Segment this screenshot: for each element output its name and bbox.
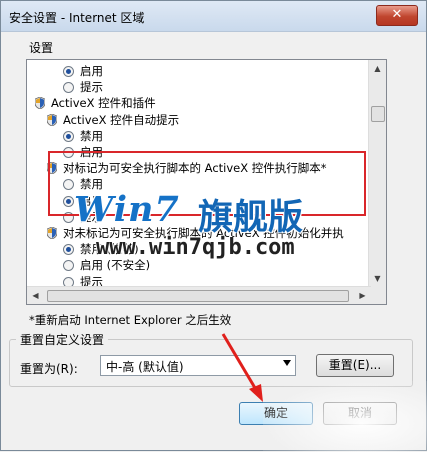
- reset-level-select[interactable]: 中-高 (默认值): [100, 355, 296, 376]
- settings-row-label: 提示: [80, 209, 103, 224]
- vertical-scrollbar[interactable]: ▲ ▼: [368, 60, 386, 287]
- restart-note: *重新启动 Internet Explorer 之后生效: [29, 313, 232, 327]
- reset-level-value: 中-高 (默认值): [106, 360, 184, 374]
- scroll-down-icon[interactable]: ▼: [369, 270, 386, 287]
- vertical-scroll-thumb[interactable]: [371, 106, 385, 122]
- settings-row-label: 启用: [80, 193, 103, 208]
- window-title: 安全设置 - Internet 区域: [9, 11, 145, 25]
- reset-group-title: 重置自定义设置: [16, 331, 109, 348]
- radio-icon[interactable]: [63, 82, 74, 94]
- settings-row[interactable]: ActiveX 控件自动提示: [47, 112, 179, 128]
- settings-row-label: 禁用 (推荐): [80, 242, 139, 257]
- settings-row[interactable]: 启用: [63, 63, 103, 79]
- radio-icon[interactable]: [63, 195, 74, 207]
- chevron-down-icon: [283, 360, 291, 366]
- settings-row-label: 禁用: [80, 128, 103, 143]
- settings-row[interactable]: 禁用: [63, 176, 103, 192]
- settings-row[interactable]: 禁用 (推荐): [63, 241, 139, 257]
- ok-button[interactable]: 确定: [239, 402, 313, 425]
- horizontal-scroll-thumb[interactable]: [47, 290, 349, 302]
- radio-icon[interactable]: [63, 66, 74, 77]
- shield-icon: [35, 97, 45, 110]
- settings-row[interactable]: ActiveX 控件和插件: [35, 95, 156, 111]
- radio-icon[interactable]: [63, 130, 74, 142]
- scroll-left-icon[interactable]: ◀: [27, 287, 44, 304]
- horizontal-scrollbar[interactable]: ◀ ▶: [27, 286, 371, 304]
- settings-row-label: 启用 (不安全): [80, 258, 151, 273]
- settings-row-label: 启用: [80, 145, 103, 159]
- reset-group: 重置自定义设置 重置为(R): 中-高 (默认值) 重置(E)...: [9, 331, 413, 387]
- settings-row-label: 对未标记为可安全执行脚本的 ActiveX 控件初始化并执: [63, 226, 344, 240]
- settings-row-label: 提示: [80, 80, 103, 95]
- settings-row[interactable]: 禁用: [63, 128, 103, 144]
- settings-row-label: 禁用: [80, 177, 103, 192]
- reset-button[interactable]: 重置(E)...: [316, 354, 394, 377]
- settings-row[interactable]: 对未标记为可安全执行脚本的 ActiveX 控件初始化并执: [47, 225, 344, 241]
- radio-icon[interactable]: [63, 179, 74, 191]
- settings-row[interactable]: 启用: [63, 193, 103, 209]
- security-settings-dialog: 安全设置 - Internet 区域 ✕ 设置 启用 提示 ActiveX 控件和插…: [0, 0, 427, 452]
- settings-row-label: ActiveX 控件自动提示: [63, 112, 180, 127]
- close-button[interactable]: ✕: [376, 5, 418, 26]
- title-bar: 安全设置 - Internet 区域 ✕: [1, 1, 426, 32]
- shield-icon: [47, 113, 57, 126]
- settings-list[interactable]: 启用 提示 ActiveX 控件和插件 ActiveX 控件自动提示 禁用 启用 对标记为可…: [26, 59, 387, 305]
- radio-icon[interactable]: [63, 147, 74, 158]
- settings-row-label: 对标记为可安全执行脚本的 ActiveX 控件执行脚本*: [63, 161, 327, 176]
- settings-row-label: 启用: [80, 64, 103, 78]
- shield-icon: [47, 162, 57, 175]
- settings-label: 设置: [29, 41, 54, 55]
- radio-icon[interactable]: [63, 260, 74, 272]
- scroll-up-icon[interactable]: ▲: [369, 60, 386, 77]
- settings-row[interactable]: 启用: [63, 144, 103, 160]
- settings-row[interactable]: 启用 (不安全): [63, 257, 150, 273]
- radio-icon[interactable]: [63, 244, 74, 256]
- scroll-corner: [369, 287, 386, 304]
- cancel-button[interactable]: 取消: [323, 402, 397, 425]
- settings-row[interactable]: 对标记为可安全执行脚本的 ActiveX 控件执行脚本*: [47, 160, 327, 176]
- radio-icon[interactable]: [63, 211, 74, 223]
- settings-row[interactable]: 提示: [63, 79, 103, 95]
- settings-row-label: ActiveX 控件和插件: [51, 96, 156, 111]
- shield-icon: [47, 227, 57, 239]
- reset-to-label: 重置为(R):: [20, 362, 78, 376]
- settings-row[interactable]: 提示: [63, 209, 103, 225]
